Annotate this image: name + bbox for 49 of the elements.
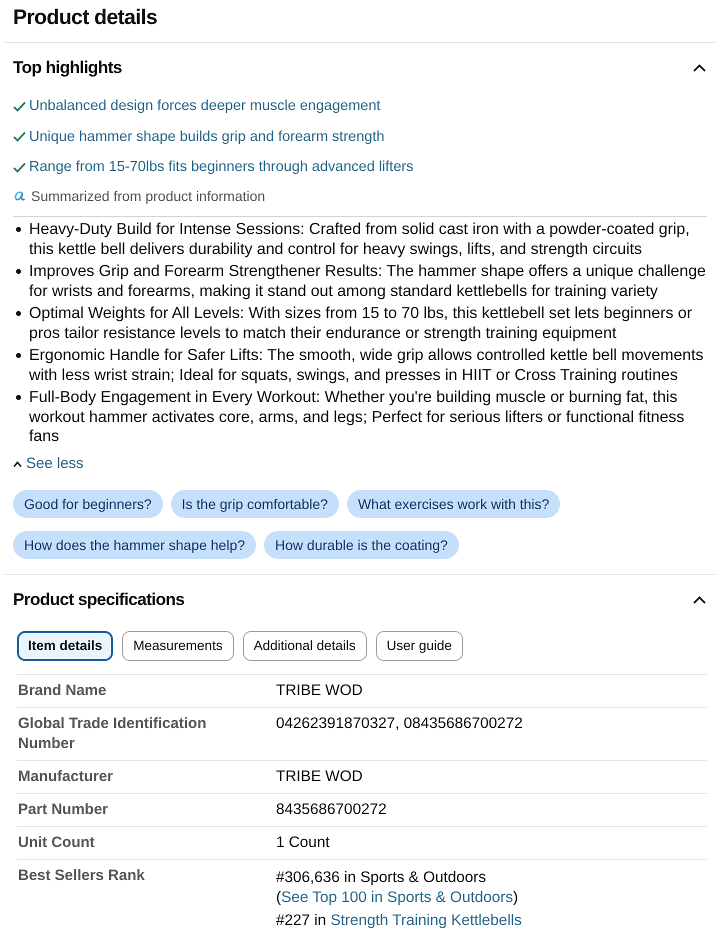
bullet-icon bbox=[16, 269, 21, 274]
bullet-icon bbox=[16, 395, 21, 400]
highlight-link[interactable]: Range from 15-70lbs fits beginners through advanced lifters bbox=[29, 157, 414, 177]
bullet-icon bbox=[16, 227, 21, 232]
section-title: Product specifications bbox=[13, 588, 184, 610]
spec-label: Brand Name bbox=[17, 680, 108, 700]
bullet-text: Improves Grip and Forearm Strengthener Results: The hammer shape offers a unique challenge for wrists and forearms, making it stand out among standard kettlebells for training variety bbox=[29, 262, 707, 301]
spec-value: 04262391870327, 08435686700272 bbox=[276, 714, 524, 734]
summary-note: Summarized from product information bbox=[31, 187, 266, 206]
page-title: Product details bbox=[5, 0, 715, 43]
caret-up-icon bbox=[13, 460, 22, 466]
tab[interactable]: Additional details bbox=[242, 630, 367, 660]
spec-label: Manufacturer bbox=[17, 766, 114, 786]
question-chip[interactable]: What exercises work with this? bbox=[346, 490, 560, 518]
tab[interactable]: Item details bbox=[17, 630, 114, 660]
question-chip[interactable]: Good for beginners? bbox=[13, 490, 163, 518]
bullet-text: Full-Body Engagement in Every Workout: Whether you're building muscle or burning fat, this workout hammer activates core, arms, and legs; Perfect for serious lifters or functional fitness fans bbox=[29, 388, 686, 446]
category-link[interactable]: Strength Training Kettlebells bbox=[330, 912, 522, 928]
question-chip[interactable]: Is the grip comfortable? bbox=[170, 490, 339, 518]
rank-text: #306,636 in Sports & Outdoors (See Top 100 in Sports & Outdoors) bbox=[276, 868, 520, 908]
spec-value: 8435686700272 bbox=[276, 800, 388, 820]
spec-label: Part Number bbox=[17, 800, 110, 820]
check-icon bbox=[13, 100, 26, 112]
chevron-up-icon[interactable] bbox=[693, 596, 706, 604]
check-icon bbox=[13, 162, 26, 172]
spec-label: Unit Count bbox=[17, 832, 96, 852]
bullet-icon bbox=[16, 353, 21, 358]
highlight-link[interactable]: Unbalanced design forces deeper muscle engagement bbox=[29, 96, 380, 116]
bullet-text: Heavy-Duty Build for Intense Sessions: Crafted from solid cast iron with a powder-coated grip, this kettle bell delivers durability and control for heavy swings, lifts, and strength circuits bbox=[29, 220, 691, 259]
category-link[interactable]: See Top 100 in Sports & Outdoors bbox=[281, 888, 513, 906]
spec-value: 1 Count bbox=[276, 832, 331, 852]
a-logo-icon bbox=[14, 191, 25, 201]
tab[interactable]: User guide bbox=[376, 630, 463, 660]
section-title: Top highlights bbox=[13, 57, 122, 79]
spec-label: Best Sellers Rank bbox=[17, 866, 146, 886]
spec-value: TRIBE WOD bbox=[276, 680, 364, 700]
highlight-link[interactable]: Unique hammer shape builds grip and forearm strength bbox=[29, 126, 384, 146]
bullet-icon bbox=[16, 311, 21, 316]
bullet-text: Ergonomic Handle for Safer Lifts: The smooth, wide grip allows controlled kettle bell movements with less wrist strain; Ideal for squats, swings, and presses in HIIT or Cross Training routines bbox=[29, 346, 704, 385]
tab[interactable]: Measurements bbox=[122, 630, 234, 660]
see-less-link[interactable]: See less bbox=[13, 454, 84, 474]
bullet-text: Optimal Weights for All Levels: With sizes from 15 to 70 lbs, this kettlebell set lets beginners or pros tailor resistance levels to match their endurance or strength training equipment bbox=[29, 304, 693, 343]
spec-value: TRIBE WOD bbox=[276, 766, 364, 786]
chevron-up-icon[interactable] bbox=[693, 64, 706, 72]
question-chip[interactable]: How durable is the coating? bbox=[264, 530, 459, 558]
check-icon bbox=[13, 131, 26, 142]
question-chip[interactable]: How does the hammer shape help? bbox=[13, 530, 256, 558]
spec-label: Global Trade Identification Number bbox=[17, 714, 208, 754]
rank-text: #227 in Strength Training Kettlebells bbox=[276, 910, 523, 930]
